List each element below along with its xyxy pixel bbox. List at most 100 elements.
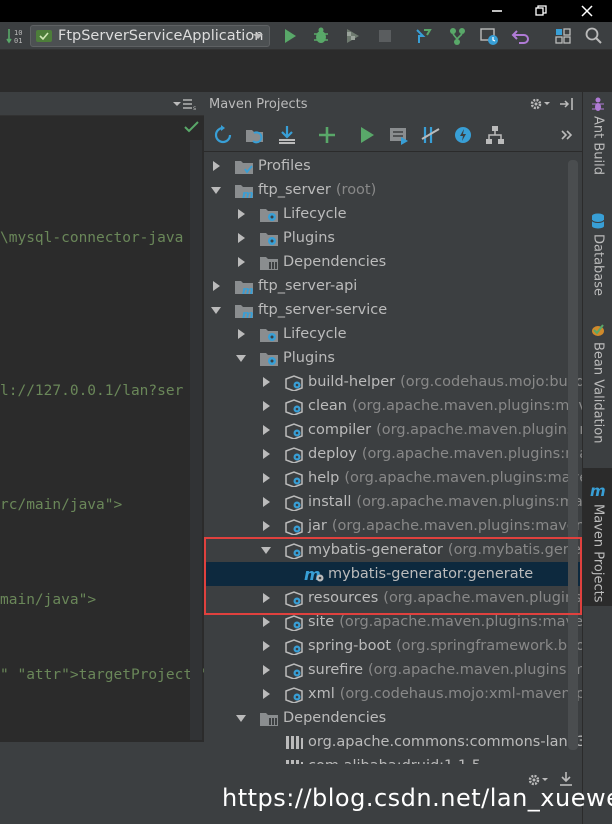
stop-button[interactable]: [373, 25, 397, 47]
collapsed-arrow-icon[interactable]: [260, 688, 272, 700]
svg-text:m: m: [242, 188, 253, 199]
search-everywhere-button[interactable]: [582, 25, 606, 47]
run-configuration-select[interactable]: FtpServerServiceApplication: [30, 25, 270, 47]
debug-button[interactable]: [309, 25, 333, 47]
project-structure-button[interactable]: [551, 25, 575, 47]
tree-node[interactable]: Dependencies: [204, 250, 582, 274]
collapsed-arrow-icon[interactable]: [260, 640, 272, 652]
collapsed-arrow-icon[interactable]: [235, 232, 247, 244]
tree-node[interactable]: Plugins: [204, 226, 582, 250]
download-sources-icon[interactable]: [276, 124, 298, 146]
rollback-button[interactable]: [509, 25, 533, 47]
binary-counter-button[interactable]: 10 01: [4, 25, 26, 47]
collapsed-arrow-icon[interactable]: [235, 208, 247, 220]
collapsed-arrow-icon[interactable]: [260, 424, 272, 436]
show-dependencies-icon[interactable]: [484, 124, 506, 146]
vcs-history-button[interactable]: [477, 25, 501, 47]
tree-node[interactable]: m ftp_server-api: [204, 274, 582, 298]
tree-node-secondary: (org.apache.maven.plugins:maver: [368, 662, 582, 678]
tree-node[interactable]: Dependencies: [204, 706, 582, 730]
tree-node[interactable]: m ftp_server (root): [204, 178, 582, 202]
tree-node[interactable]: Profiles: [204, 154, 582, 178]
tree-node[interactable]: clean (org.apache.maven.plugins:maven-c: [204, 394, 582, 418]
collapsed-arrow-icon[interactable]: [260, 472, 272, 484]
tree-node[interactable]: Lifecycle: [204, 322, 582, 346]
toggle-offline-icon[interactable]: [420, 124, 442, 146]
tree-node[interactable]: Plugins: [204, 346, 582, 370]
collapsed-arrow-icon[interactable]: [260, 616, 272, 628]
tree-node[interactable]: com.alibaba:druid:1.1.5: [204, 754, 582, 764]
gear-icon[interactable]: [528, 96, 552, 112]
collapsed-arrow-icon[interactable]: [235, 328, 247, 340]
tree-node-label: jar: [308, 518, 327, 534]
tree-node[interactable]: deploy(org.apache.maven.plugins:maven: [204, 442, 582, 466]
tree-node-label: Lifecycle: [283, 206, 347, 222]
restore-button[interactable]: [518, 0, 564, 22]
reimport-icon[interactable]: [212, 124, 234, 146]
database-icon: [591, 213, 605, 229]
expanded-arrow-icon[interactable]: [210, 304, 222, 316]
tree-node[interactable]: spring-boot(org.springframework.boot:sp: [204, 634, 582, 658]
editor-scrollbar[interactable]: [190, 140, 202, 740]
skip-tests-icon[interactable]: [452, 124, 474, 146]
maven-toolbar: [204, 116, 582, 152]
collapsed-arrow-icon[interactable]: [260, 448, 272, 460]
tree-node-label: surefire: [308, 662, 364, 678]
tree-node[interactable]: jar(org.apache.maven.plugins:maven-jar-: [204, 514, 582, 538]
close-window-button[interactable]: [564, 0, 610, 22]
tree-node-secondary: (org.apache.maven.plugins:mave: [376, 422, 582, 438]
maven-plugin-icon: [285, 639, 303, 655]
tab-ant-build-label: Ant Build: [590, 116, 606, 175]
tree-node[interactable]: surefire(org.apache.maven.plugins:maver: [204, 658, 582, 682]
search-icon: [585, 27, 602, 44]
tree-node[interactable]: org.apache.commons:commons-lang3:3.4: [204, 730, 582, 754]
collapsed-arrow-icon[interactable]: [260, 376, 272, 388]
run-button[interactable]: [278, 25, 302, 47]
hide-panel-icon[interactable]: [558, 96, 576, 112]
collapsed-arrow-icon[interactable]: [260, 400, 272, 412]
tree-node-label: site: [308, 614, 335, 630]
vcs-commit-button[interactable]: [445, 25, 469, 47]
vcs-update-button[interactable]: [412, 25, 436, 47]
code-editor[interactable]: \mysql-connector-java l://127.0.0.1/lan?…: [0, 116, 204, 742]
more-actions-icon[interactable]: [560, 124, 574, 146]
collapsed-arrow-icon[interactable]: [260, 496, 272, 508]
tab-ant-build[interactable]: Ant Build: [583, 96, 612, 175]
tree-node[interactable]: m ftp_server-service: [204, 298, 582, 322]
tree-node-secondary: (org.codehaus.mojo:xml-maven-plug: [339, 686, 582, 702]
tab-list-icon[interactable]: s: [172, 97, 198, 111]
collapsed-arrow-icon[interactable]: [235, 256, 247, 268]
expanded-arrow-icon[interactable]: [235, 712, 247, 724]
collapsed-arrow-icon[interactable]: [260, 664, 272, 676]
tab-bean-validation[interactable]: Bean Validation: [583, 322, 612, 443]
watermark-text: https://blog.csdn.net/lan_xuewei: [222, 784, 612, 812]
maven-plugin-icon: [285, 495, 303, 511]
collapsed-arrow-icon[interactable]: [210, 160, 222, 172]
run-icon: [285, 29, 296, 43]
collapsed-arrow-icon[interactable]: [260, 520, 272, 532]
execute-goal-icon[interactable]: [388, 124, 410, 146]
maven-project-tree[interactable]: Profiles m ftp_server (root) Lifecycle Plugin…: [204, 152, 582, 764]
tab-database[interactable]: Database: [583, 212, 612, 296]
maven-tree-scrollbar[interactable]: [568, 160, 578, 750]
add-icon[interactable]: [316, 124, 338, 146]
tree-node[interactable]: Lifecycle: [204, 202, 582, 226]
minimize-button[interactable]: [474, 0, 520, 22]
tree-node[interactable]: help(org.apache.maven.plugins:maven-h: [204, 466, 582, 490]
library-icon: [286, 736, 303, 749]
tree-node[interactable]: xml (org.codehaus.mojo:xml-maven-plug: [204, 682, 582, 706]
tree-node[interactable]: compiler(org.apache.maven.plugins:mave: [204, 418, 582, 442]
generate-sources-icon[interactable]: [244, 124, 266, 146]
maven-plugin-icon: [285, 663, 303, 679]
tree-node-secondary: (org.apache.maven.plugins:maven-jar-: [331, 518, 582, 534]
tree-node[interactable]: install(org.apache.maven.plugins:maven: [204, 490, 582, 514]
tab-maven-projects[interactable]: m Maven Projects: [583, 468, 612, 606]
maven-plugin-icon: [285, 519, 303, 535]
expanded-arrow-icon[interactable]: [235, 352, 247, 364]
collapsed-arrow-icon[interactable]: [210, 280, 222, 292]
run-with-coverage-button[interactable]: [341, 25, 365, 47]
run-maven-build-icon[interactable]: [356, 124, 378, 146]
expanded-arrow-icon[interactable]: [210, 184, 222, 196]
bean-validation-icon: [592, 324, 604, 336]
tree-node[interactable]: build-helper(org.codehaus.mojo:build-he: [204, 370, 582, 394]
